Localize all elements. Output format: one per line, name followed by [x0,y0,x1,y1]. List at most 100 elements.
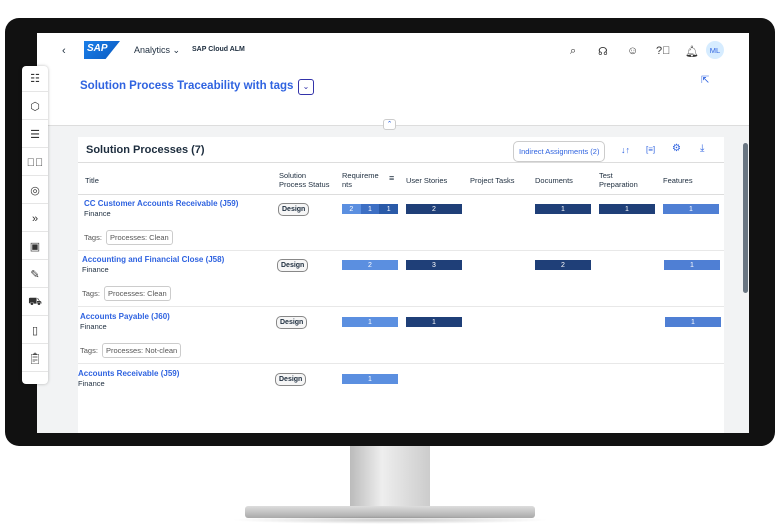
status-badge: Design [276,316,308,329]
column-header-title[interactable]: Title [85,176,99,185]
count-segment[interactable]: 2 [406,204,462,214]
tags-label: Tags: [82,289,100,298]
count-segment[interactable]: 3 [406,260,462,270]
count-bar[interactable]: 1 [664,260,720,270]
collapse-header-button[interactable]: ⌃ [383,119,396,130]
column-header-test-preparation[interactable]: Test Preparation [599,171,644,189]
count-bar[interactable]: 1 [342,317,398,327]
group-icon[interactable]: [≡] [646,145,655,154]
scrollbar[interactable] [743,143,748,293]
card-title: Solution Processes (7) [86,144,205,156]
status-badge: Design [278,203,310,216]
process-title-link[interactable]: Accounts Payable (J60) [80,312,170,321]
count-bar[interactable]: 1 [406,317,462,327]
headset-icon[interactable]: ☊ [598,45,608,58]
tags-label: Tags: [84,233,102,242]
count-segment[interactable]: 2 [535,260,591,270]
avatar[interactable]: ML [706,41,724,59]
column-header-documents[interactable]: Documents [535,176,573,185]
filter-icon[interactable]: ≡ [389,173,394,183]
count-segment[interactable]: 1 [599,204,655,214]
screen-icon: ▣ [29,241,41,253]
download-icon[interactable]: ⤓ [700,143,704,154]
count-segment[interactable]: 1 [406,317,462,327]
count-segment[interactable]: 1 [663,204,719,214]
process-title-link[interactable]: Accounts Receivable (J59) [78,369,179,378]
search-icon[interactable]: ⌕ [570,45,576,58]
settings-icon[interactable]: ⚙ [672,143,681,154]
cube-icon: ⬡ [30,101,40,113]
sidebar-item-processes[interactable]: ⬡ [22,94,48,120]
sidebar-item-deploy[interactable]: ▣ [22,234,48,260]
sidebar-item-approvals[interactable]: ✓⃝ [22,150,48,176]
sidebar-item-target[interactable]: ◎ [22,178,48,204]
truck-icon: ⛟ [28,295,42,308]
sidebar-item-more[interactable]: » [22,206,48,232]
target-icon: ◎ [30,185,40,197]
column-header-user-stories[interactable]: User Stories [406,176,447,185]
status-badge: Design [277,259,309,272]
process-title-link[interactable]: CC Customer Accounts Receivable (J59) [84,199,238,208]
count-bar[interactable]: 2 [535,260,591,270]
page-title: Solution Process Traceability with tags [80,80,294,92]
edit-icon: ✎ [30,269,40,281]
count-segment[interactable]: 1 [379,204,399,214]
tags: Tags: Processes: Clean [82,286,171,301]
count-bar[interactable]: 2 [406,204,462,214]
column-header-requirements[interactable]: Requirements [342,171,380,189]
tag-token[interactable]: Processes: Not-clean [101,343,182,358]
app-name: Analytics [134,45,171,55]
checklist-icon: ☰ [30,129,40,141]
sidebar-item-clipboard[interactable]: 📋︎ [22,346,48,372]
count-segment[interactable]: 1 [664,260,720,270]
process-area: Finance [84,209,111,218]
sidebar-item-shipping[interactable]: ⛟ [22,290,48,316]
process-area: Finance [80,322,107,331]
process-area: Finance [82,265,109,274]
document-icon: ▯ [31,325,39,337]
count-segment[interactable]: 1 [360,204,380,214]
count-segment[interactable]: 2 [342,260,398,270]
product-name: SAP Cloud ALM [192,46,245,53]
count-bar[interactable]: 2 [342,260,398,270]
count-segment[interactable]: 1 [665,317,721,327]
count-bar[interactable]: 1 [535,204,591,214]
sidebar-item-overview[interactable]: ☷ [22,66,48,92]
shadow [230,516,550,524]
count-bar[interactable]: 1 [342,374,398,384]
count-segment[interactable]: 1 [342,317,398,327]
count-segment[interactable]: 1 [535,204,591,214]
bell-icon[interactable]: 🔔︎ [685,45,699,58]
share-icon[interactable]: ⇱ [701,75,709,86]
count-bar[interactable]: 1 [663,204,719,214]
tags-label: Tags: [80,346,98,355]
indirect-assignments-button[interactable]: Indirect Assignments (2) [513,141,606,162]
tag-token[interactable]: Processes: Clean [103,286,171,301]
count-bar[interactable]: 1 [665,317,721,327]
count-bar[interactable]: 1 [599,204,655,214]
sidebar-item-tasks[interactable]: ☰ [22,122,48,148]
count-segment[interactable]: 1 [342,374,398,384]
count-bar[interactable]: 3 [406,260,462,270]
help-icon[interactable]: ?⃝ [656,45,670,57]
sidebar-item-edit[interactable]: ✎ [22,262,48,288]
check-circle-icon: ✓⃝ [26,156,44,169]
column-header-status[interactable]: Solution Process Status [279,171,334,189]
process-title-link[interactable]: Accounting and Financial Close (J58) [82,255,224,264]
count-segment[interactable]: 2 [342,204,361,214]
back-icon[interactable]: ‹ [62,45,66,57]
list-check-icon: ☷ [30,73,40,85]
app-menu[interactable]: Analytics ⌄ [134,45,180,56]
process-area: Finance [78,379,105,388]
monitor-stand [350,446,430,508]
table-card: Solution Processes (7) Indirect Assignme… [78,137,724,433]
tags: Tags: Processes: Clean [84,230,173,245]
sidebar-item-document[interactable]: ▯ [22,318,48,344]
sort-icon[interactable]: ↓↑ [621,145,630,155]
column-header-features[interactable]: Features [663,176,693,185]
count-bar[interactable]: 211 [342,204,399,214]
tag-token[interactable]: Processes: Clean [105,230,173,245]
variant-dropdown-button[interactable]: ⌄ [298,79,314,95]
feedback-icon[interactable]: ☺ [627,45,638,57]
column-header-project-tasks[interactable]: Project Tasks [470,176,514,185]
